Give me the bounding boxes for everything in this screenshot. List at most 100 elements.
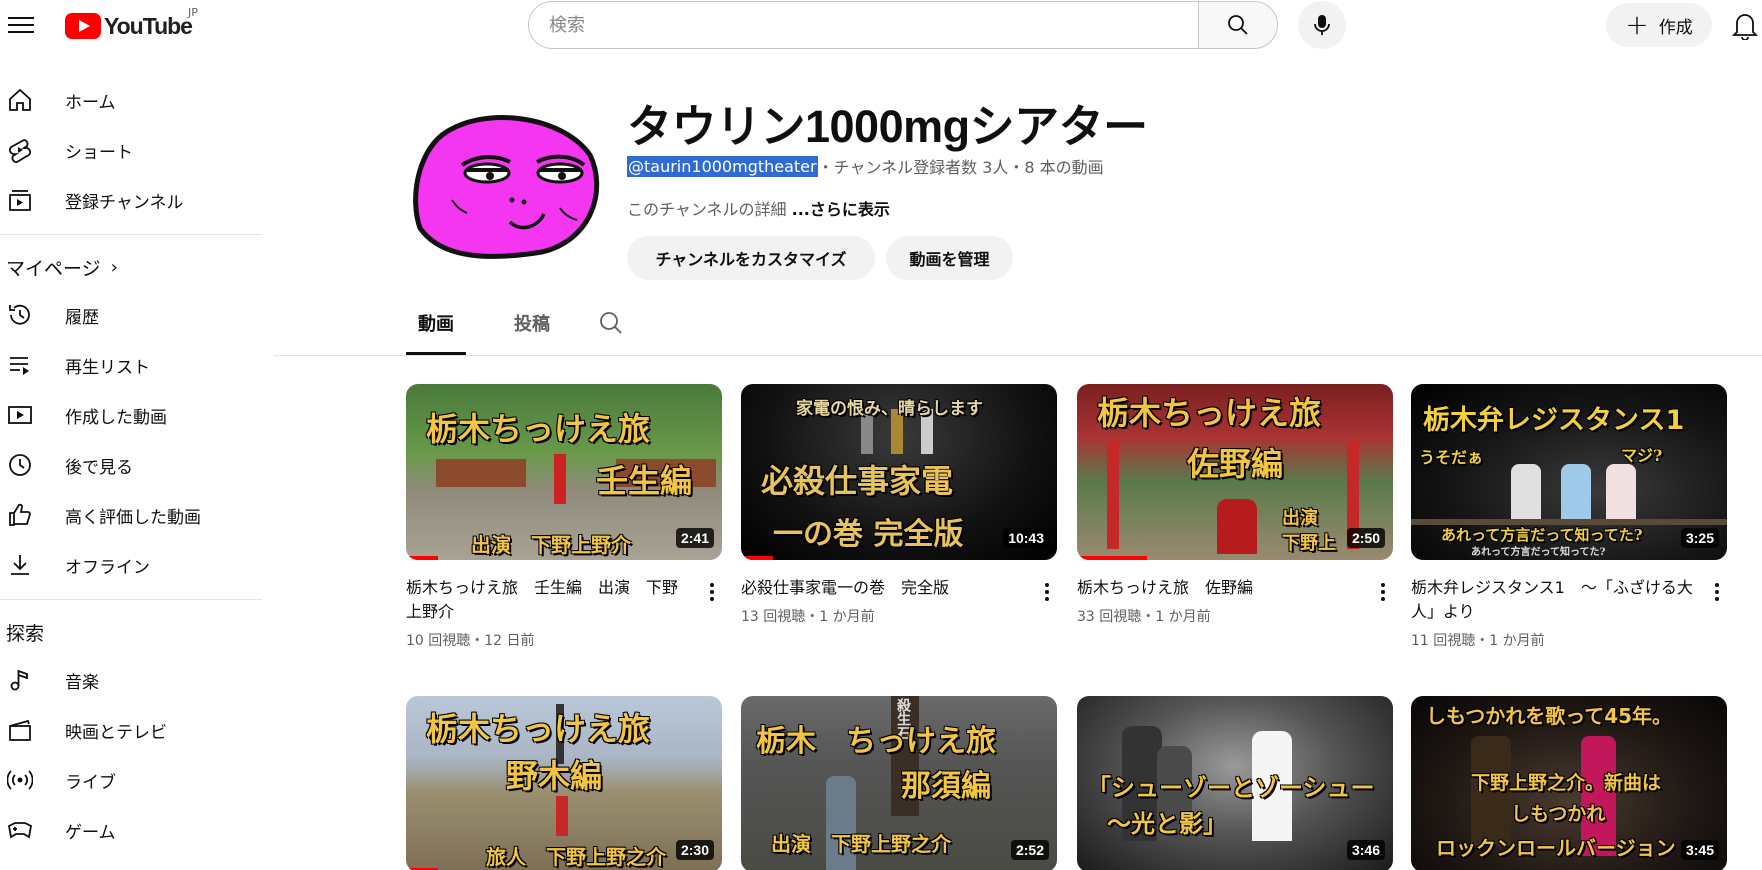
menu-icon[interactable] bbox=[8, 12, 34, 36]
section-title: 探索 bbox=[6, 622, 45, 645]
video-thumbnail[interactable]: 「シューゾーとゾーシュー ～光と影」 3:46 bbox=[1077, 696, 1393, 870]
plus-icon: + bbox=[1625, 8, 1649, 41]
search-icon bbox=[600, 312, 622, 334]
manage-videos-button[interactable]: 動画を管理 bbox=[886, 236, 1013, 280]
sidebar-item-label: 音楽 bbox=[65, 672, 99, 693]
video-thumbnail[interactable]: 栃木ちっけえ旅 壬生編 出演 下野上野介 2:41 bbox=[406, 384, 722, 560]
sidebar-item-gaming[interactable]: ゲーム bbox=[0, 805, 262, 855]
sidebar-section-you[interactable]: マイページ › bbox=[0, 244, 262, 290]
channel-description[interactable]: このチャンネルの詳細 ...さらに表示 bbox=[627, 196, 890, 220]
chevron-right-icon: › bbox=[110, 256, 118, 278]
create-label: 作成 bbox=[1658, 17, 1693, 38]
search-icon bbox=[1228, 15, 1248, 35]
thumbnail-text: あれって方言だって知ってた? bbox=[1441, 526, 1643, 544]
video-title[interactable]: 栃木ちっけえ旅 佐野編 bbox=[1077, 576, 1361, 600]
sidebar-item-liked-videos[interactable]: 高く評価した動画 bbox=[0, 490, 262, 540]
video-title[interactable]: 必殺仕事家電一の巻 完全版 bbox=[741, 576, 1025, 600]
search-field[interactable] bbox=[528, 1, 1199, 49]
subscriptions-icon bbox=[5, 185, 35, 215]
thumbnail-text: ロックンロールバージョン bbox=[1436, 836, 1676, 860]
sidebar-item-label: ショート bbox=[65, 142, 133, 163]
video-title[interactable]: 栃木弁レジスタンス1 ～「ふざける大人」より bbox=[1411, 576, 1695, 624]
notifications-button[interactable] bbox=[1731, 10, 1762, 42]
top-bar: YouTube JP + 作成 bbox=[0, 0, 1762, 50]
channel-handle[interactable]: @taurin1000mgtheater bbox=[627, 155, 818, 177]
thumbnail-text: 出演 bbox=[1282, 508, 1318, 529]
sidebar-item-label: 再生リスト bbox=[65, 357, 150, 378]
more-actions-icon[interactable] bbox=[704, 580, 720, 610]
video-thumbnail[interactable]: 栃木弁レジスタンス1 うそだぁ マジ? あれって方言だって知ってた? あれって方… bbox=[1411, 384, 1727, 560]
thumbnail-text: 出演 下野上野介 bbox=[471, 533, 631, 557]
person-figure bbox=[556, 796, 568, 836]
video-duration: 3:25 bbox=[1680, 528, 1719, 548]
bridge-rail bbox=[436, 459, 526, 487]
channel-name: タウリン1000mgシアター bbox=[627, 101, 1148, 152]
customize-channel-button[interactable]: チャンネルをカスタマイズ bbox=[627, 236, 875, 280]
watch-progress bbox=[1077, 556, 1147, 560]
video-thumbnail[interactable]: 栃木ちっけえ旅 野木編 旅人 下野上野之介 2:30 bbox=[406, 696, 722, 870]
video-duration: 10:43 bbox=[1003, 528, 1049, 548]
voice-search-button[interactable] bbox=[1298, 1, 1346, 49]
video-card[interactable]: 栃木ちっけえ旅 野木編 旅人 下野上野之介 2:30 bbox=[406, 696, 722, 870]
sidebar-item-label: 高く評価した動画 bbox=[65, 507, 201, 528]
tab-posts[interactable]: 投稿 bbox=[507, 310, 557, 355]
video-card[interactable]: 栃木ちっけえ旅 壬生編 出演 下野上野介 2:41 栃木ちっけえ旅 壬生編 出演… bbox=[406, 384, 722, 650]
thumbnail-text: 一の巻 完全版 bbox=[773, 517, 964, 552]
sidebar-item-label: ホーム bbox=[65, 92, 116, 113]
video-thumbnail[interactable]: 家電の恨み、晴らします 必殺仕事家電 一の巻 完全版 10:43 bbox=[741, 384, 1057, 560]
channel-search-button[interactable] bbox=[598, 310, 628, 340]
sidebar-item-history[interactable]: 履歴 bbox=[0, 290, 262, 340]
search-input[interactable] bbox=[549, 14, 1199, 36]
channel-stats: ・チャンネル登録者数 3人・8 本の動画 bbox=[817, 158, 1104, 177]
video-card[interactable]: 「シューゾーとゾーシュー ～光と影」 3:46 bbox=[1077, 696, 1393, 870]
more-actions-icon[interactable] bbox=[1039, 580, 1055, 610]
video-duration: 3:46 bbox=[1346, 840, 1385, 860]
create-button[interactable]: + 作成 bbox=[1606, 3, 1712, 47]
tab-videos[interactable]: 動画 bbox=[406, 310, 466, 355]
sidebar-item-shorts[interactable]: ショート bbox=[0, 125, 262, 175]
sidebar-item-movies[interactable]: 映画とテレビ bbox=[0, 705, 262, 755]
thumbnail-text: 壬生編 bbox=[596, 462, 693, 500]
video-duration: 2:30 bbox=[675, 840, 714, 860]
more-actions-icon[interactable] bbox=[1375, 580, 1391, 610]
thumbnail-text: 栃木ちっけえ旅 bbox=[426, 710, 651, 748]
youtube-logo[interactable]: YouTube bbox=[65, 12, 193, 40]
music-icon bbox=[5, 665, 35, 695]
video-stats: 11 回視聴・1 か月前 bbox=[1411, 633, 1545, 649]
more-link[interactable]: ...さらに表示 bbox=[792, 200, 890, 219]
video-card[interactable]: しもつかれを歌って45年。 下野上野之介。新曲は しもつかれ ロックンロールバー… bbox=[1411, 696, 1727, 870]
thumbnail-text: 那須編 bbox=[901, 769, 991, 804]
search-button[interactable] bbox=[1198, 1, 1278, 49]
video-thumbnail[interactable]: 殺生石 栃木 ちっけえ旅 那須編 出演 下野上野之介 2:52 bbox=[741, 696, 1057, 870]
sidebar-item-watch-later[interactable]: 後で見る bbox=[0, 440, 262, 490]
channel-avatar[interactable] bbox=[412, 110, 604, 262]
sidebar-divider bbox=[0, 599, 262, 600]
video-thumbnail[interactable]: 栃木ちっけえ旅 佐野編 出演 下野上 2:50 bbox=[1077, 384, 1393, 560]
sidebar-item-home[interactable]: ホーム bbox=[0, 75, 262, 125]
video-card[interactable]: 栃木ちっけえ旅 佐野編 出演 下野上 2:50 栃木ちっけえ旅 佐野編 33 回… bbox=[1077, 384, 1393, 626]
sidebar-item-live[interactable]: ライブ bbox=[0, 755, 262, 805]
shorts-icon bbox=[5, 135, 35, 165]
video-title[interactable]: 栃木ちっけえ旅 壬生編 出演 下野上野介 bbox=[406, 576, 690, 624]
sidebar-item-playlists[interactable]: 再生リスト bbox=[0, 340, 262, 390]
logo-text: YouTube bbox=[104, 12, 193, 39]
home-icon bbox=[5, 85, 35, 115]
video-card[interactable]: 家電の恨み、晴らします 必殺仕事家電 一の巻 完全版 10:43 必殺仕事家電一… bbox=[741, 384, 1057, 626]
video-card[interactable]: 殺生石 栃木 ちっけえ旅 那須編 出演 下野上野之介 2:52 bbox=[741, 696, 1057, 870]
thumbnail-text: うそだぁ bbox=[1419, 448, 1484, 467]
sidebar-item-downloads[interactable]: オフライン bbox=[0, 540, 262, 590]
thumbnail-text: 栃木ちっけえ旅 bbox=[426, 410, 651, 448]
video-thumbnail[interactable]: しもつかれを歌って45年。 下野上野之介。新曲は しもつかれ ロックンロールバー… bbox=[1411, 696, 1727, 870]
video-card[interactable]: 栃木弁レジスタンス1 うそだぁ マジ? あれって方言だって知ってた? あれって方… bbox=[1411, 384, 1727, 650]
more-actions-icon[interactable] bbox=[1709, 580, 1725, 610]
person-figure bbox=[1606, 464, 1636, 519]
sidebar-item-subscriptions[interactable]: 登録チャンネル bbox=[0, 175, 262, 225]
thumbnail-text: しもつかれを歌って45年。 bbox=[1426, 704, 1673, 728]
sidebar-item-music[interactable]: 音楽 bbox=[0, 655, 262, 705]
sidebar-item-your-videos[interactable]: 作成した動画 bbox=[0, 390, 262, 440]
thumbnail-text: 栃木 ちっけえ旅 bbox=[756, 724, 996, 759]
sidebar-item-label: 履歴 bbox=[65, 307, 99, 328]
watch-later-icon bbox=[5, 450, 35, 480]
sidebar-item-label: 後で見る bbox=[65, 457, 133, 478]
description-text: このチャンネルの詳細 bbox=[627, 200, 787, 219]
